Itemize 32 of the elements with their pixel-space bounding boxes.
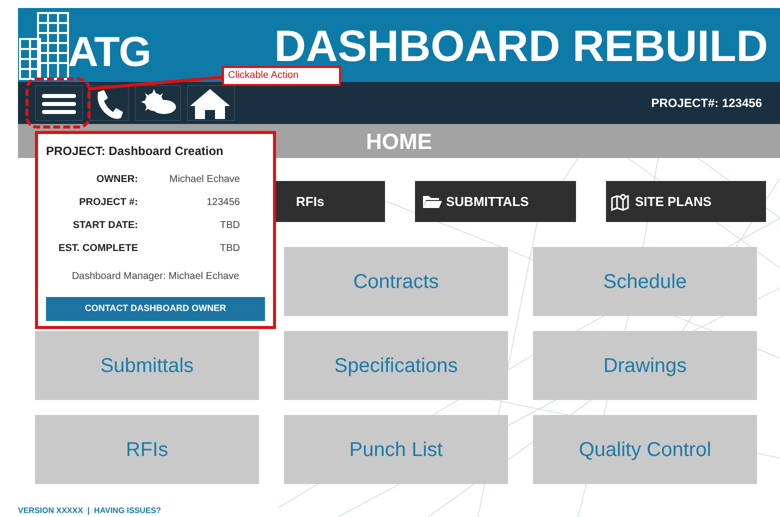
dashboard-tile[interactable]: Specifications [284,331,508,400]
quick-link-button[interactable]: SITE PLANS [606,181,766,222]
page-title: HOME [366,128,432,156]
map-icon [611,192,631,210]
dashboard-tile[interactable]: Contracts [284,247,508,316]
footer-text: VERSION XXXXX | HAVING ISSUES? [18,505,162,517]
home-button[interactable] [187,85,235,121]
field-label: EST. COMPLETE [58,242,138,256]
popup-title: PROJECT: Dashboard Creation [46,143,224,160]
dashboard-tile[interactable]: Drawings [533,331,757,400]
logo-text: ATG [68,31,150,73]
manager-text: Dashboard Manager: Michael Echave [70,270,240,284]
highlight-outline [25,77,91,129]
field-label: PROJECT #: [78,196,138,210]
dashboard-tile[interactable]: Punch List [284,415,508,484]
field-value: TBD [219,242,241,256]
annotation-label: Clickable Action [222,66,341,86]
quick-link-button[interactable]: SUBMITTALS [415,181,576,222]
menu-button[interactable] [35,85,83,121]
weather-button[interactable] [135,85,181,121]
dashboard-tile[interactable]: Submittals [35,331,259,400]
field-label: START DATE: [72,219,138,233]
dashboard-tile[interactable]: Quality Control [533,415,757,484]
field-value: Michael Echave [168,173,241,187]
project-number: PROJECT#: 123456 [651,95,762,112]
field-label: OWNER: [95,173,138,187]
dashboard-tile[interactable]: RFIs [35,415,259,484]
contact-button[interactable]: CONTACT DASHBOARD OWNER [46,297,265,321]
field-value: 123456 [206,196,241,210]
field-value: TBD [219,219,241,233]
dashboard-tile[interactable]: Schedule [533,247,757,316]
window-title: DASHBOARD REBUILD [274,25,768,69]
